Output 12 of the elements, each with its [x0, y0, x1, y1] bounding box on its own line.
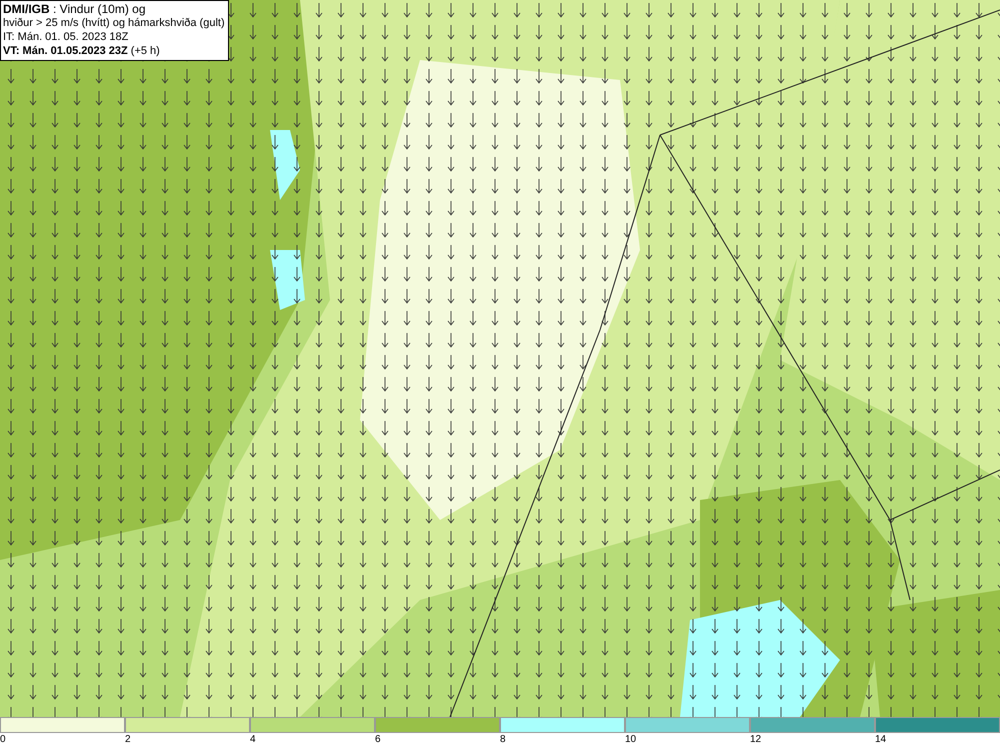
legend-label: 4 — [250, 734, 256, 745]
legend-label: 12 — [750, 734, 762, 745]
info-text: hviður > 25 m/s (hvítt) og hámarkshviða (gult) — [3, 16, 225, 30]
info-text: IT: Mán. 01. 05. 2023 18Z — [3, 30, 130, 44]
legend-label: 8 — [500, 734, 506, 745]
legend-label: 2 — [125, 734, 131, 745]
legend-label: 14 — [875, 734, 886, 745]
info-text: DMI/IGB : Vindur (10m) og — [3, 2, 146, 16]
legend-label: 6 — [375, 734, 381, 745]
legend-label: 10 — [625, 734, 636, 745]
legend-label: 0 — [0, 734, 6, 745]
info-text: VT: Mán. 01.05.2023 23Z (+5 h) — [3, 44, 161, 58]
